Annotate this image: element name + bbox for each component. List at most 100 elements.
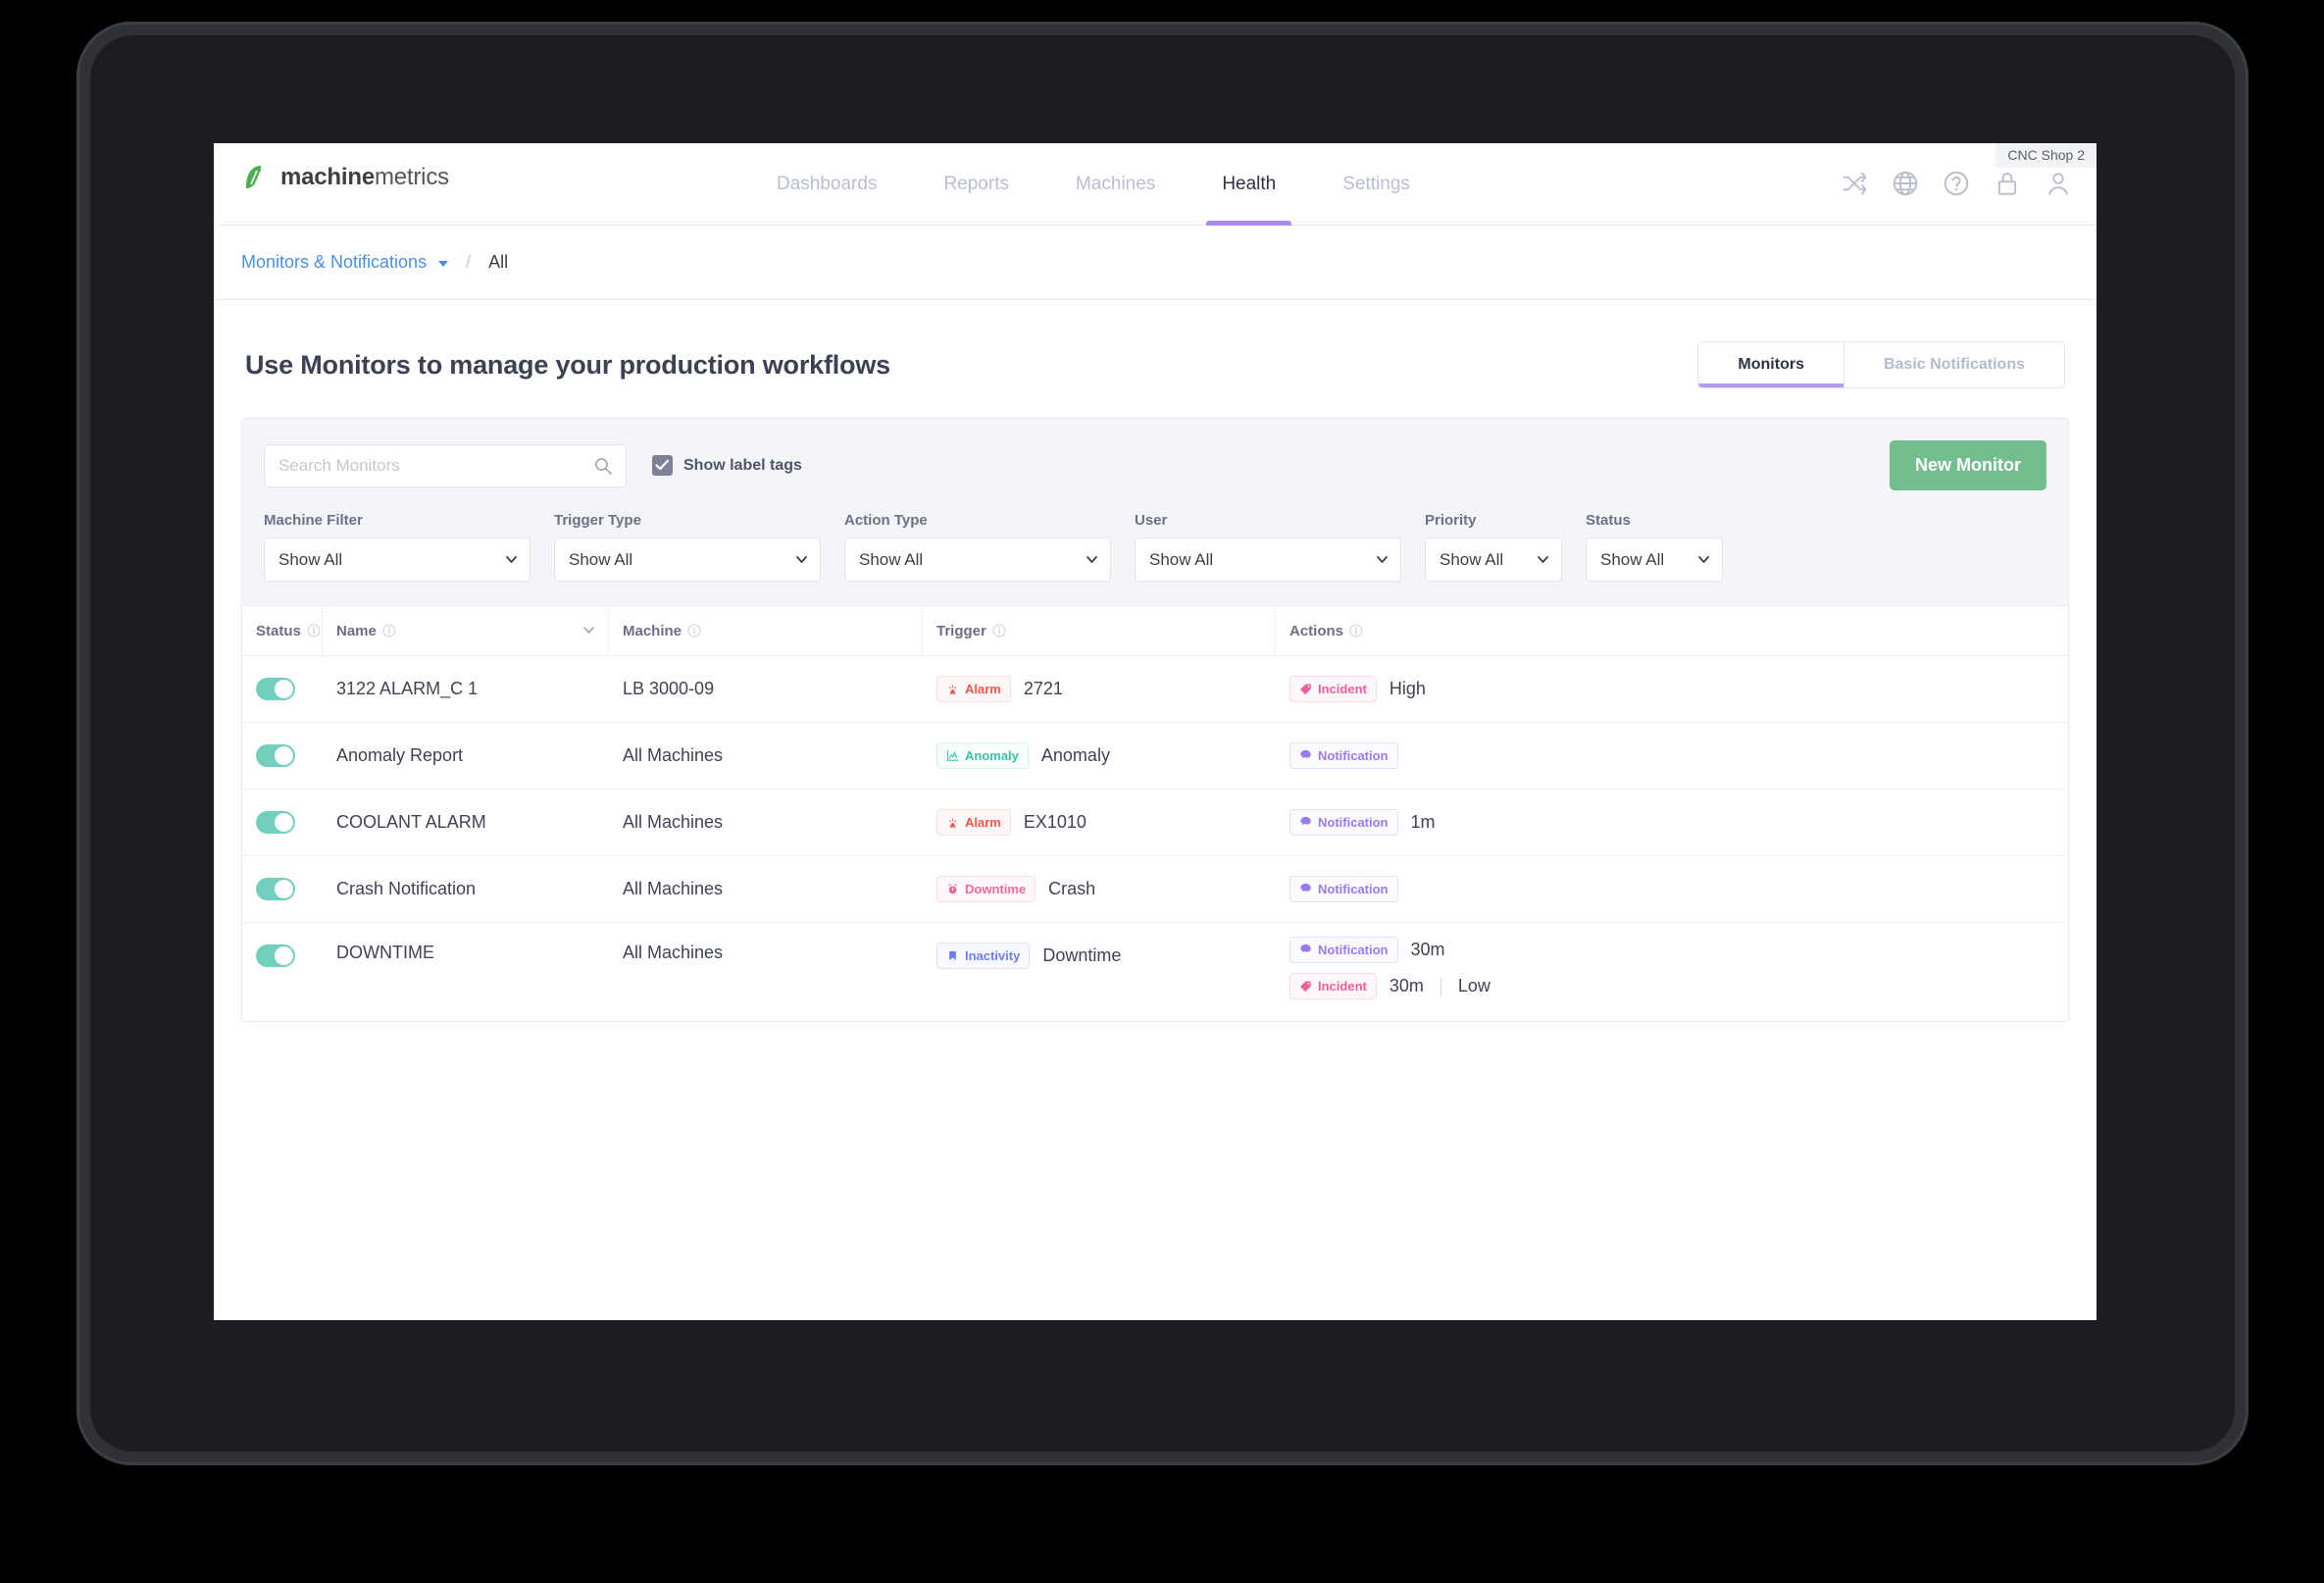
tab-basic-notifications[interactable]: Basic Notifications (1843, 342, 2064, 387)
page-title: Use Monitors to manage your production w… (245, 349, 890, 380)
brand-name-strong: machine (280, 164, 375, 190)
trigger-value: 2721 (1023, 679, 1063, 698)
column-header-name[interactable]: Name (323, 605, 609, 656)
nav-tab-settings[interactable]: Settings (1309, 143, 1443, 226)
status-toggle[interactable] (256, 811, 295, 834)
inactivity-icon (949, 950, 956, 961)
chevron-down-icon (1086, 556, 1097, 563)
filter-machine-select[interactable]: Show All (264, 537, 530, 582)
toggle-knob (275, 746, 293, 765)
speech-bubble-icon (1300, 883, 1311, 893)
nav-tab-machines[interactable]: Machines (1042, 143, 1188, 226)
chevron-down-icon (506, 556, 517, 563)
status-toggle[interactable] (256, 878, 295, 900)
top-navigation-bar: machinemetrics Dashboards Reports Machin… (214, 143, 2097, 226)
lock-icon[interactable] (1993, 169, 2022, 198)
action-meta-divider (1440, 976, 1441, 996)
row-status-cell (242, 878, 323, 900)
toggle-knob (275, 880, 293, 898)
trigger-badge-alarm: Alarm (936, 676, 1011, 702)
table-row[interactable]: Anomaly Report All Machines Anomaly Anom… (242, 723, 2068, 790)
filter-trigger-type-value: Show All (569, 549, 633, 569)
tag-icon (1299, 981, 1311, 993)
search-icon[interactable] (593, 456, 613, 476)
column-header-machine[interactable]: Machine (609, 605, 923, 656)
column-header-actions-label: Actions (1289, 622, 1344, 639)
action-meta: High (1389, 679, 1426, 698)
filter-priority-select[interactable]: Show All (1425, 537, 1562, 582)
table-row[interactable]: Crash Notification All Machines Downtime… (242, 856, 2068, 923)
status-toggle[interactable] (256, 678, 295, 700)
info-icon (382, 624, 396, 638)
nav-tab-reports[interactable]: Reports (910, 143, 1042, 226)
filter-action-type-select[interactable]: Show All (844, 537, 1111, 582)
column-header-status[interactable]: Status (242, 605, 323, 656)
action-badge-notification: Notification (1289, 937, 1398, 963)
row-actions-cell: Notification 30m Incident 30m Low (1276, 923, 2068, 999)
chevron-down-icon[interactable] (438, 261, 449, 267)
action-meta: 30m (1410, 940, 1445, 959)
row-machine-cell: All Machines (623, 943, 724, 962)
breadcrumb-separator: / (466, 252, 472, 272)
filter-action-type: Action Type Show All (844, 512, 1135, 582)
filter-machine-label: Machine Filter (264, 512, 363, 529)
filter-trigger-type-select[interactable]: Show All (554, 537, 821, 582)
alarm-light-icon (948, 685, 957, 694)
action-badge-incident: Incident (1289, 973, 1377, 999)
shuffle-icon[interactable] (1840, 169, 1869, 198)
trigger-badge-inactivity: Inactivity (936, 943, 1031, 969)
status-toggle[interactable] (256, 744, 295, 767)
row-actions-cell: Notification (1276, 876, 2068, 902)
row-status-cell (242, 678, 323, 700)
help-icon[interactable] (1942, 169, 1971, 198)
breadcrumb-link-monitors-notifications[interactable]: Monitors & Notifications (241, 252, 427, 273)
nav-tab-dashboards[interactable]: Dashboards (743, 143, 910, 226)
sort-chevron-down-icon[interactable] (583, 627, 594, 634)
user-icon[interactable] (2044, 169, 2073, 198)
account-name-chip[interactable]: CNC Shop 2 (1996, 143, 2097, 168)
row-name-cell: DOWNTIME (336, 943, 434, 962)
toggle-knob (275, 680, 293, 698)
row-name-cell: 3122 ALARM_C 1 (336, 679, 479, 698)
show-label-tags-checkbox[interactable] (652, 455, 673, 476)
action-badge-label: Incident (1318, 979, 1367, 994)
column-header-trigger[interactable]: Trigger (923, 605, 1276, 656)
new-monitor-button[interactable]: New Monitor (1890, 440, 2046, 490)
tab-monitors[interactable]: Monitors (1698, 342, 1844, 387)
globe-icon[interactable] (1891, 169, 1920, 198)
table-row[interactable]: 3122 ALARM_C 1 LB 3000-09 Alarm 2721 Inc… (242, 656, 2068, 723)
filter-status-value: Show All (1600, 549, 1665, 569)
filter-action-type-value: Show All (859, 549, 924, 569)
filter-status-select[interactable]: Show All (1586, 537, 1723, 582)
filter-priority-label: Priority (1425, 512, 1477, 529)
column-header-status-label: Status (256, 622, 301, 639)
row-trigger-cell: Alarm EX1010 (923, 809, 1276, 836)
toggle-knob (275, 946, 293, 965)
column-header-actions[interactable]: Actions (1276, 605, 2068, 656)
table-row[interactable]: COOLANT ALARM All Machines Alarm EX1010 (242, 790, 2068, 856)
chevron-down-icon (1538, 556, 1548, 563)
nav-tab-health[interactable]: Health (1188, 143, 1309, 226)
action-item: Notification (1289, 876, 1398, 902)
filter-status: Status Show All (1586, 512, 1746, 582)
speech-bubble-icon (1300, 749, 1311, 759)
brand-logo-group[interactable]: machinemetrics (241, 163, 449, 192)
speech-bubble-icon (1300, 816, 1311, 826)
monitors-panel: Show label tags New Monitor Machine Filt… (241, 418, 2069, 1022)
show-label-tags-control[interactable]: Show label tags (652, 455, 802, 476)
row-trigger-cell: Inactivity Downtime (923, 923, 1276, 969)
status-toggle[interactable] (256, 945, 295, 967)
trigger-badge-label: Downtime (965, 882, 1027, 896)
filter-action-type-label: Action Type (844, 512, 928, 529)
trigger-badge-label: Alarm (965, 815, 1001, 830)
monitors-table: Status Name Machine Trigger Actions 3122… (242, 605, 2068, 1021)
filter-user-select[interactable]: Show All (1135, 537, 1401, 582)
check-icon (655, 459, 670, 471)
table-header-row: Status Name Machine Trigger Actions (242, 605, 2068, 656)
table-row[interactable]: DOWNTIME All Machines Inactivity Downtim… (242, 923, 2068, 1021)
toggle-knob (275, 813, 293, 832)
action-badge-label: Notification (1318, 815, 1389, 830)
trigger-value: Anomaly (1040, 745, 1110, 765)
search-input[interactable] (264, 443, 627, 487)
filter-trigger-type-label: Trigger Type (554, 512, 641, 529)
